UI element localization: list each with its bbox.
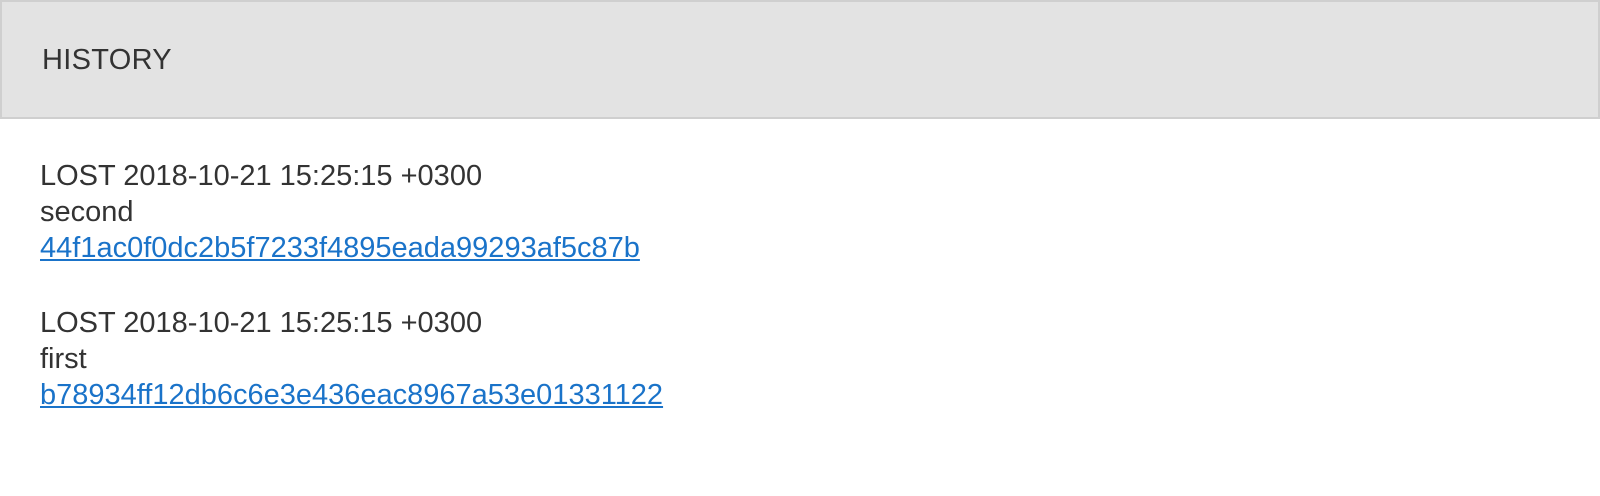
entry-status-line: LOST 2018-10-21 15:25:15 +0300 xyxy=(40,305,1540,341)
entry-message: first xyxy=(40,343,87,375)
history-entry: LOST 2018-10-21 15:25:15 +0300 first b78… xyxy=(40,305,1540,413)
commit-hash-link[interactable]: b78934ff12db6c6e3e436eac8967a53e01331122 xyxy=(40,377,663,413)
entry-timestamp: 2018-10-21 15:25:15 +0300 xyxy=(123,307,483,339)
entry-status-line: LOST 2018-10-21 15:25:15 +0300 xyxy=(40,158,1540,194)
entry-status: LOST xyxy=(40,160,116,192)
history-panel: HISTORY LOST 2018-10-21 15:25:15 +0300 s… xyxy=(0,0,1600,496)
entry-message: second xyxy=(40,196,134,228)
panel-title: HISTORY xyxy=(42,44,172,76)
entry-timestamp: 2018-10-21 15:25:15 +0300 xyxy=(123,160,483,192)
history-entry: LOST 2018-10-21 15:25:15 +0300 second 44… xyxy=(40,158,1540,266)
panel-header: HISTORY xyxy=(0,0,1600,119)
history-list: LOST 2018-10-21 15:25:15 +0300 second 44… xyxy=(40,158,1540,452)
entry-status: LOST xyxy=(40,307,116,339)
commit-hash-link[interactable]: 44f1ac0f0dc2b5f7233f4895eada99293af5c87b xyxy=(40,230,640,266)
